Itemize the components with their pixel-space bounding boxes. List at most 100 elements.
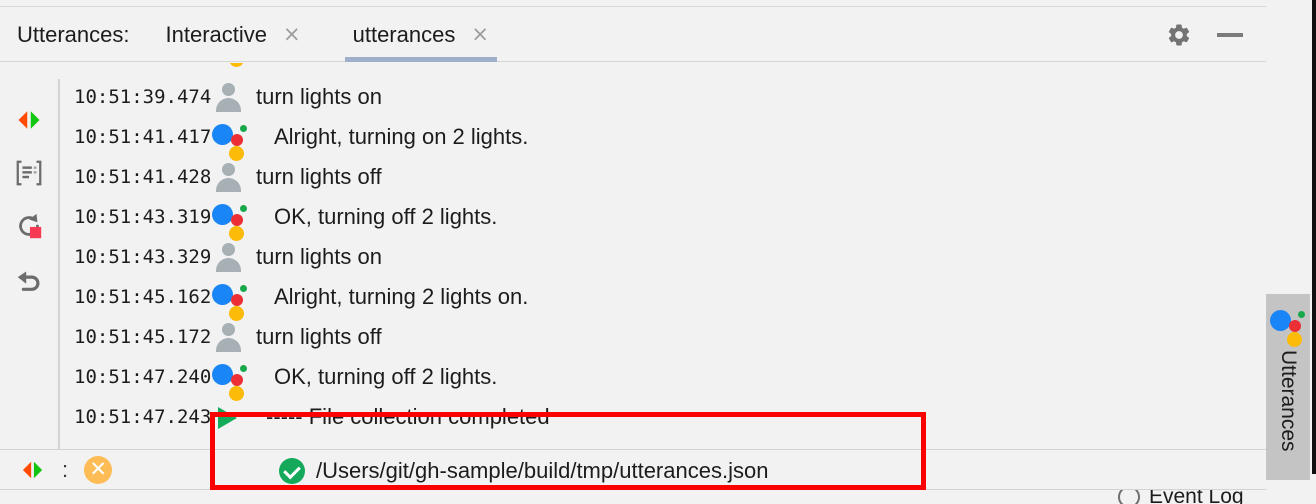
log-row[interactable]: 10:51:41.417 Alright, turning on 2 light… (60, 117, 1266, 161)
person-head (222, 323, 235, 336)
result-path-container[interactable]: /Users/git/gh-sample/build/tmp/utterance… (272, 450, 768, 491)
log-message: turn lights on (256, 244, 382, 269)
log-message: Alright, turning 2 lights on. (274, 284, 529, 309)
log-row[interactable]: 10:51:43.329 turn lights on (60, 237, 1266, 277)
person-head (222, 243, 235, 256)
person-body (216, 178, 241, 192)
sidebar-item-label: Utterances (1277, 350, 1300, 452)
warning-x-icon[interactable]: ✕ (84, 455, 113, 484)
output-file-path[interactable]: /Users/git/gh-sample/build/tmp/utterance… (312, 458, 768, 484)
status-bar: : ✕ /Users/git/gh-sample/build/tmp/utter… (0, 449, 1266, 490)
timestamp: 10:51:41.417 (74, 126, 212, 148)
assistant-red-dot (231, 214, 243, 226)
soft-wrap-icon[interactable] (11, 155, 47, 191)
play-triangle (218, 407, 237, 429)
prev-next-occurrence-icon[interactable] (11, 102, 47, 138)
undo-icon[interactable] (11, 261, 47, 297)
log-console[interactable]: 10:51:39.474 turn lights on 10:51:41.417 (60, 63, 1266, 449)
assistant-green-dot (240, 125, 247, 132)
log-message: turn lights off (256, 164, 382, 189)
assistant-green-dot (240, 205, 247, 212)
assistant-blue-dot (212, 284, 233, 305)
log-row[interactable]: 10:51:45.162 Alright, turning 2 lights o… (60, 277, 1266, 321)
log-message: turn lights off (256, 324, 382, 349)
person-body (216, 98, 241, 112)
log-message: turn lights on (256, 84, 382, 109)
log-message: Alright, turning on 2 lights. (274, 124, 529, 149)
log-message: OK, turning off 2 lights. (274, 204, 498, 229)
tab-utterances[interactable]: utterances × (339, 8, 503, 62)
close-icon[interactable]: × (283, 24, 301, 45)
assistant-blue-dot (212, 124, 233, 145)
status-separator: : (62, 456, 69, 482)
person-glyph (214, 323, 242, 352)
user-icon (208, 77, 252, 117)
close-icon[interactable]: × (471, 24, 489, 45)
log-row[interactable]: 10:51:43.319 OK, turning off 2 lights. (60, 197, 1266, 241)
timestamp: 10:51:47.243 (74, 406, 212, 428)
google-assistant-icon (208, 63, 252, 77)
left-toolbar (0, 63, 58, 449)
log-row[interactable]: 10:51:47.243 ----- File collection compl… (60, 397, 1266, 437)
assistant-yellow-dot (229, 63, 244, 67)
assistant-red-dot (231, 374, 243, 386)
play-icon (208, 397, 252, 437)
person-glyph (214, 163, 242, 192)
person-body (216, 258, 241, 272)
event-log-button[interactable]: Event Log (1118, 490, 1244, 504)
google-assistant-icon (208, 277, 252, 321)
timestamp: 10:51:39.474 (74, 86, 212, 108)
log-row-partial (60, 63, 1266, 77)
user-icon (208, 157, 252, 197)
assistant-red-dot (231, 294, 243, 306)
log-row[interactable]: 10:51:47.240 OK, turning off 2 lights. (60, 357, 1266, 401)
active-tab-underline (344, 56, 497, 62)
user-icon (208, 317, 252, 357)
timestamp: 10:51:43.329 (74, 246, 212, 268)
minimize-icon[interactable] (1216, 22, 1244, 48)
top-strip (0, 0, 1266, 7)
tool-window-utterances: Utterances: Interactive × utterances × 1… (0, 0, 1316, 504)
assistant-dots (212, 278, 250, 321)
person-body (216, 338, 241, 352)
success-check-icon (272, 451, 312, 491)
log-row[interactable]: 10:51:41.428 turn lights off (60, 157, 1266, 197)
prev-next-occurrence-icon[interactable] (18, 459, 48, 481)
assistant-blue-dot (212, 204, 233, 225)
bottom-bar (0, 490, 1266, 504)
assistant-red-dot (231, 134, 243, 146)
circle-icon (1118, 490, 1140, 504)
tab-interactive-label: Interactive (165, 21, 268, 47)
timestamp: 10:51:45.172 (74, 326, 212, 348)
person-head (222, 83, 235, 96)
window-right-edge (1312, 0, 1316, 474)
google-assistant-icon (208, 197, 252, 241)
assistant-blue-dot (1270, 310, 1291, 331)
timestamp: 10:51:47.240 (74, 366, 212, 388)
tab-utterances-label: utterances (352, 21, 456, 47)
rerun-stop-icon[interactable] (11, 208, 47, 244)
tab-interactive[interactable]: Interactive × (152, 8, 315, 62)
assistant-dots (212, 118, 250, 161)
google-assistant-icon (1269, 304, 1307, 347)
event-log-label: Event Log (1149, 490, 1244, 504)
log-row[interactable]: 10:51:39.474 turn lights on (60, 77, 1266, 117)
log-row[interactable]: 10:51:45.172 turn lights off (60, 317, 1266, 357)
timestamp: 10:51:43.319 (74, 206, 212, 228)
gear-icon[interactable] (1166, 22, 1192, 48)
sidebar-item-utterances[interactable]: Utterances (1266, 294, 1310, 480)
google-assistant-icon (208, 357, 252, 401)
person-head (222, 163, 235, 176)
log-message: ----- File collection completed (266, 404, 550, 429)
assistant-dots (212, 198, 250, 241)
person-glyph (214, 83, 242, 112)
log-message: OK, turning off 2 lights. (274, 364, 498, 389)
assistant-blue-dot (212, 364, 233, 385)
assistant-dots (212, 358, 250, 401)
timestamp: 10:51:41.428 (74, 166, 212, 188)
assistant-green-dot (240, 365, 247, 372)
tool-window-title: Utterances: (17, 21, 130, 47)
user-icon (208, 237, 252, 277)
warning-x-glyph: ✕ (89, 457, 107, 481)
assistant-red-dot (1289, 320, 1301, 332)
